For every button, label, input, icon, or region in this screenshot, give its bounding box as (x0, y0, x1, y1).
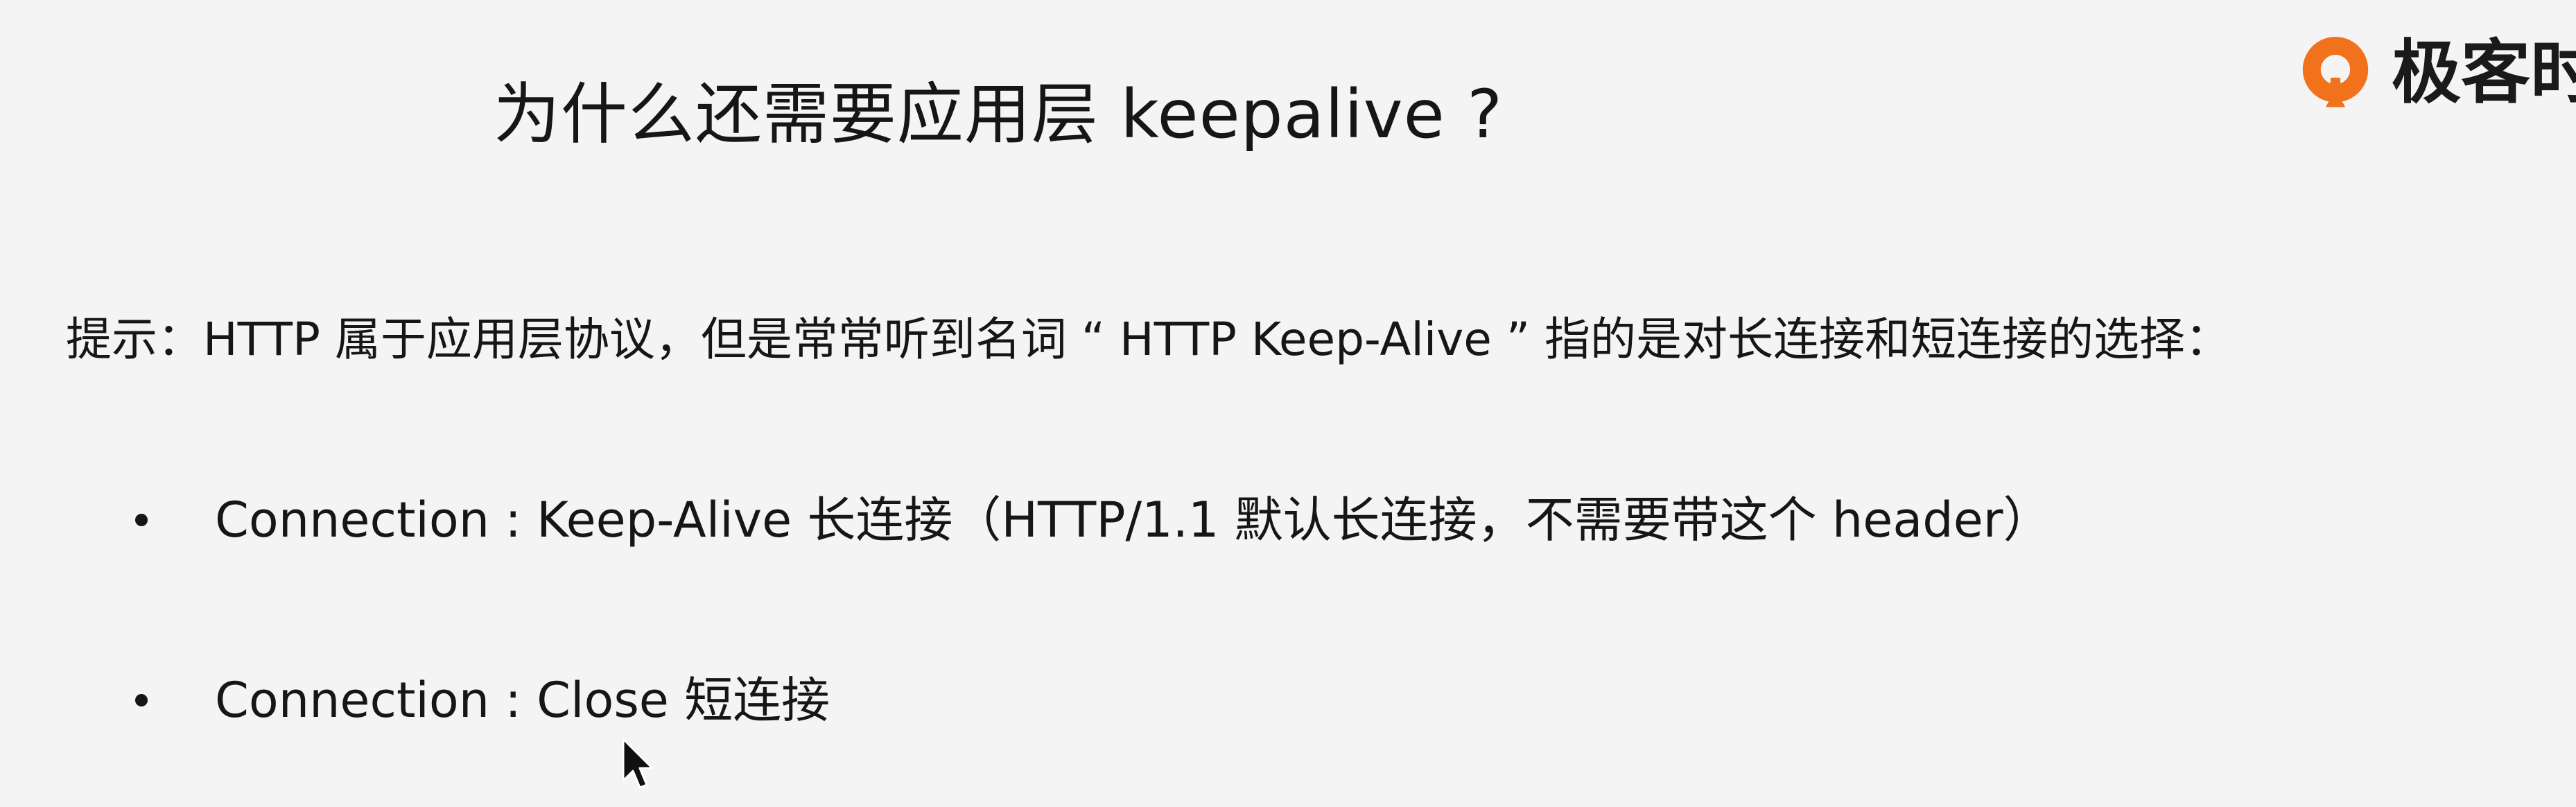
bullet-text: Connection : Keep-Alive 长连接（HTTP/1.1 默认长… (215, 492, 2052, 548)
hint-text: 提示：HTTP 属于应用层协议，但是常常听到名词 “ HTTP Keep-Ali… (66, 313, 2231, 366)
watermark-text: 极客时间 (2392, 32, 2576, 113)
slide: 为什么还需要应用层 keepalive ? 极客时间 提示：HTTP 属于应用层… (0, 0, 2576, 807)
slide-title: 为什么还需要应用层 keepalive ? (493, 76, 1504, 153)
bullet-dot-icon (135, 694, 148, 706)
mouse-pointer-icon (622, 738, 654, 789)
geektime-logo-icon (2302, 37, 2369, 107)
bullet-dot-icon (135, 514, 148, 526)
bullet-item: Connection : Close 短连接 (135, 666, 2052, 735)
bullet-text: Connection : Close 短连接 (215, 672, 830, 729)
bullet-list: Connection : Keep-Alive 长连接（HTTP/1.1 默认长… (135, 485, 2052, 735)
watermark-logo: 极客时间 (2295, 21, 2576, 125)
bullet-item: Connection : Keep-Alive 长连接（HTTP/1.1 默认长… (135, 485, 2052, 555)
